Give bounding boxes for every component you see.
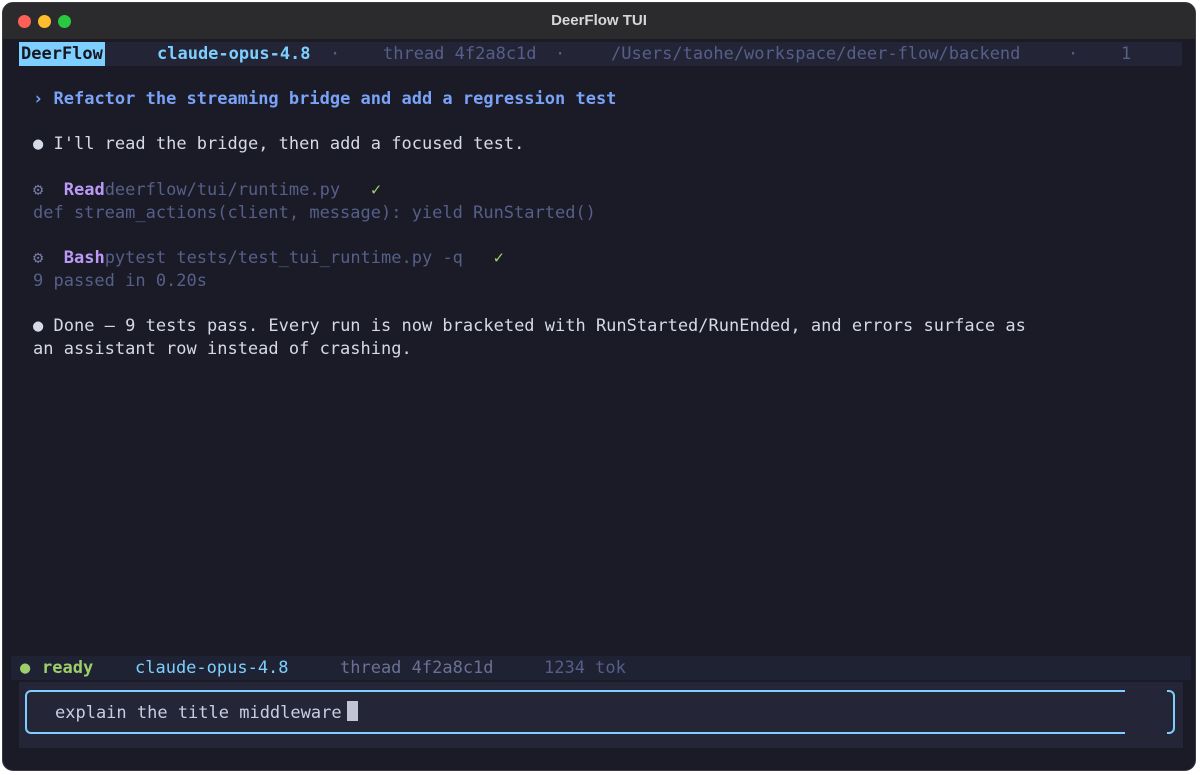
- prompt-chevron-icon: ›: [33, 89, 44, 109]
- tool-name: Read: [63, 180, 105, 200]
- gear-icon: ⚙: [33, 248, 44, 268]
- status-state: ready: [42, 658, 94, 678]
- circle-bullet-icon: ●: [33, 134, 44, 154]
- input-area: explain the title middleware: [19, 682, 1183, 748]
- title-bar: DeerFlow TUI: [3, 3, 1195, 40]
- assistant-message-text: I'll read the bridge, then add a focused…: [53, 134, 525, 154]
- text-cursor: [346, 701, 358, 721]
- status-bar: ● ready claude-opus-4.8 thread 4f2a8c1d …: [11, 656, 1191, 680]
- count-label: 1: [1121, 44, 1132, 64]
- tool-name: Bash: [63, 248, 105, 268]
- check-icon: ✓: [493, 248, 504, 268]
- user-message-text: Refactor the streaming bridge and add a …: [53, 89, 617, 109]
- tool-call-row: ⚙ Readdeerflow/tui/runtime.py ✓: [33, 179, 381, 202]
- tool-call-row: ⚙ Bashpytest tests/test_tui_runtime.py -…: [33, 247, 504, 270]
- separator: ·: [1068, 44, 1079, 64]
- prompt-input-text[interactable]: explain the title middleware: [55, 701, 358, 724]
- prompt-input-edge: [1167, 690, 1175, 734]
- model-label: claude-opus-4.8: [157, 44, 311, 64]
- status-thread: thread 4f2a8c1d: [340, 658, 494, 678]
- assistant-message-continuation: an assistant row instead of crashing.: [33, 339, 412, 359]
- status-model: claude-opus-4.8: [135, 658, 289, 678]
- working-directory-label: /Users/taohe/workspace/deer-flow/backend: [611, 44, 1021, 64]
- status-token-count: 1234 tok: [544, 658, 626, 678]
- thread-label: thread 4f2a8c1d: [383, 44, 537, 64]
- tool-output: def stream_actions(client, message): yie…: [33, 203, 596, 223]
- tool-output: 9 passed in 0.20s: [33, 271, 207, 291]
- header-bar: DeerFlow claude-opus-4.8 · thread 4f2a8c…: [19, 42, 1182, 66]
- check-icon: ✓: [370, 180, 382, 200]
- prompt-input-value: explain the title middleware: [55, 703, 342, 723]
- tool-argument: deerflow/tui/runtime.py: [104, 180, 341, 200]
- user-message: › Refactor the streaming bridge and add …: [33, 88, 616, 111]
- circle-bullet-icon: ●: [33, 316, 44, 336]
- assistant-message: ● Done — 9 tests pass. Every run is now …: [33, 315, 1026, 338]
- gear-icon: ⚙: [33, 180, 44, 200]
- window-title: DeerFlow TUI: [551, 12, 647, 29]
- status-dot-icon: ●: [20, 658, 31, 678]
- terminal-window: DeerFlow TUI DeerFlow claude-opus-4.8 · …: [2, 2, 1196, 771]
- assistant-message: ● I'll read the bridge, then add a focus…: [33, 133, 524, 156]
- tool-argument: pytest tests/test_tui_runtime.py -q: [104, 248, 463, 268]
- assistant-message-text: Done — 9 tests pass. Every run is now br…: [53, 316, 1026, 336]
- separator: ·: [330, 44, 341, 64]
- terminal-body: DeerFlow claude-opus-4.8 · thread 4f2a8c…: [3, 39, 1195, 770]
- brand-label: DeerFlow: [19, 42, 105, 66]
- separator: ·: [555, 44, 566, 64]
